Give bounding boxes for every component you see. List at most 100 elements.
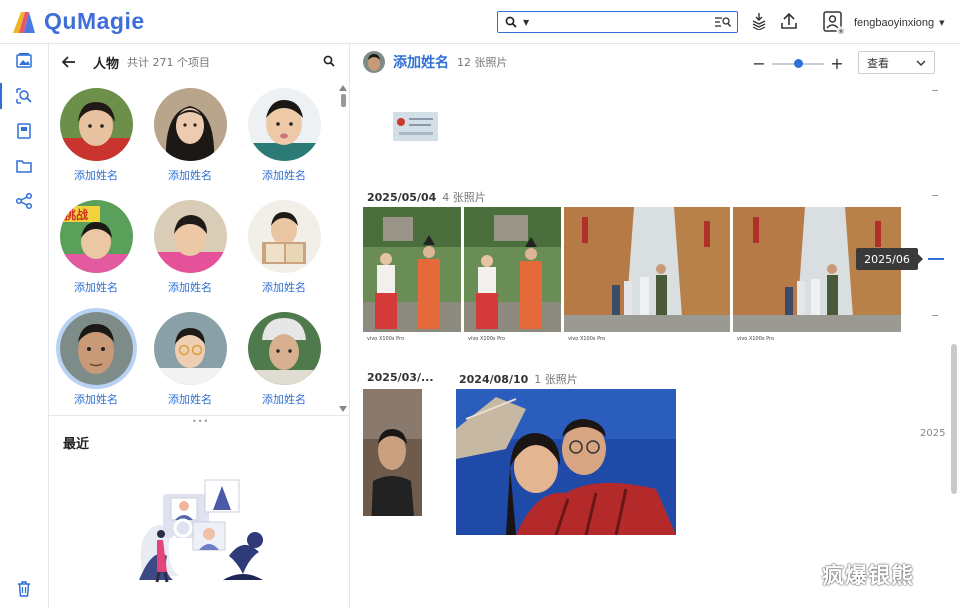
timeline-tick[interactable] (932, 90, 938, 91)
timeline-tick[interactable] (932, 315, 938, 316)
album-icon (17, 123, 31, 139)
people-title: 人物 (93, 56, 120, 72)
zoom-out-button[interactable]: − (752, 54, 766, 73)
group-date: 2025/03/... (367, 371, 434, 384)
person-card[interactable]: 添加姓名 (49, 88, 143, 183)
person-card[interactable]: 添加姓名 (143, 200, 237, 295)
photo-thumbnail[interactable]: vivo X100s Pro (733, 207, 901, 346)
zoom-in-button[interactable]: + (830, 54, 844, 73)
person-avatar[interactable] (247, 312, 321, 385)
person-avatar[interactable] (59, 88, 133, 161)
people-scrollbar[interactable] (338, 85, 348, 412)
stack-icon[interactable] (751, 12, 767, 30)
photo-thumbnail[interactable] (456, 389, 676, 535)
person-card[interactable]: 添加姓名 (237, 88, 331, 183)
person-name[interactable]: 添加姓名 (237, 167, 331, 183)
person-name[interactable]: 添加姓名 (143, 391, 237, 407)
person-card[interactable]: 添加姓名 (143, 312, 237, 407)
navigation-rail (0, 44, 49, 608)
person-name[interactable]: 添加姓名 (49, 279, 143, 295)
folder-icon (16, 160, 32, 173)
drag-handle-icon[interactable]: ••• (192, 417, 209, 426)
scroll-thumb[interactable] (951, 344, 957, 494)
view-select[interactable]: 查看 (858, 51, 935, 74)
group-date-label: 2025/03/... (367, 371, 434, 384)
photo-caption: vivo X100s Pro (464, 332, 561, 346)
group-date: 2024/08/10 (459, 373, 529, 386)
photo-thumbnail[interactable]: vivo X100s Pro (464, 207, 561, 346)
rail-albums[interactable] (0, 114, 48, 148)
person-card[interactable]: 添加姓名 (237, 312, 331, 407)
user-icon (823, 11, 845, 35)
search-type-caret[interactable]: ▼ (523, 18, 529, 27)
photos-icon (16, 53, 32, 68)
photo-caption: vivo X100s Pro (733, 332, 901, 346)
person-card[interactable]: 添加姓名 (49, 312, 143, 407)
photo-main: 添加姓名 12 张照片 − + 查看 2025/05/04 4 张照片 vivo … (350, 44, 960, 608)
photo-count: 12 张照片 (457, 56, 508, 69)
app-name: QuMagie (44, 8, 145, 34)
scroll-up-icon[interactable] (339, 85, 347, 91)
photo-thumbnail[interactable] (363, 389, 422, 528)
panel-divider[interactable] (49, 415, 349, 416)
search-box[interactable]: ▼ (497, 11, 738, 33)
search-icon[interactable] (505, 16, 517, 28)
search-icon[interactable] (323, 55, 335, 67)
photo-thumbnail[interactable]: vivo X100s Pro (363, 207, 461, 346)
main-scrollbar[interactable] (950, 84, 958, 604)
rail-ai-search[interactable] (0, 79, 48, 113)
empty-state-illustration (139, 479, 263, 583)
person-avatar[interactable] (363, 51, 385, 73)
user-menu[interactable]: fengbaoyinxiong ▼ (823, 11, 945, 35)
timeline-tick[interactable] (932, 195, 938, 196)
people-count: 共计 271 个项目 (127, 56, 211, 69)
app-logo[interactable]: QuMagie (10, 8, 145, 35)
group-count: 4 张照片 (442, 191, 486, 204)
timeline-year[interactable]: 2025 (920, 428, 945, 439)
upload-icon[interactable] (781, 12, 797, 30)
rail-folders[interactable] (0, 149, 48, 183)
rail-share[interactable] (0, 184, 48, 218)
share-icon (15, 192, 33, 210)
person-avatar[interactable] (247, 88, 321, 161)
person-avatar[interactable] (153, 312, 227, 385)
photo-thumbnail[interactable]: vivo X100s Pro (564, 207, 730, 346)
scroll-down-icon[interactable] (339, 406, 347, 412)
zoom-control: − + (752, 54, 844, 73)
scroll-thumb[interactable] (341, 94, 346, 107)
person-name-title[interactable]: 添加姓名 (393, 52, 449, 72)
person-avatar-selected[interactable] (59, 312, 133, 385)
person-name[interactable]: 添加姓名 (237, 391, 331, 407)
search-input[interactable] (535, 13, 715, 31)
person-avatar[interactable] (153, 88, 227, 161)
person-avatar[interactable] (153, 200, 227, 273)
person-name[interactable]: 添加姓名 (49, 391, 143, 407)
person-name[interactable]: 添加姓名 (143, 279, 237, 295)
chevron-down-icon: ▼ (939, 19, 945, 27)
person-name[interactable]: 添加姓名 (143, 167, 237, 183)
watermark: 疯爆银熊 (822, 564, 915, 589)
photo-timeline-area: 2025/05/04 4 张照片 vivo X100s Pro vivo X100… (350, 80, 940, 608)
rail-trash[interactable] (0, 572, 48, 606)
back-arrow-icon[interactable] (61, 55, 77, 69)
person-avatar[interactable] (247, 200, 321, 273)
rail-photos[interactable] (0, 44, 48, 78)
person-card[interactable]: 添加姓名 (143, 88, 237, 183)
person-card[interactable]: 添加姓名 (237, 200, 331, 295)
group-date-label: 2025/05/04 4 张照片 (367, 189, 486, 205)
people-header: 人物 共计 271 个项目 (49, 44, 349, 80)
photo-thumbnail[interactable] (393, 112, 438, 141)
qumagie-logo-icon (13, 11, 35, 33)
person-avatar[interactable]: 挑战 (59, 200, 133, 273)
person-name[interactable]: 添加姓名 (237, 279, 331, 295)
trash-icon (18, 581, 30, 597)
zoom-slider[interactable] (772, 58, 824, 68)
person-name[interactable]: 添加姓名 (49, 167, 143, 183)
advanced-search-icon[interactable] (715, 16, 731, 28)
group-date: 2025/05/04 (367, 191, 437, 204)
zoom-slider-thumb[interactable] (793, 58, 803, 68)
view-select-label: 查看 (867, 56, 889, 70)
group-count: 1 张照片 (534, 373, 578, 386)
person-card[interactable]: 挑战 添加姓名 (49, 200, 143, 295)
timeline-marker[interactable] (928, 258, 944, 260)
